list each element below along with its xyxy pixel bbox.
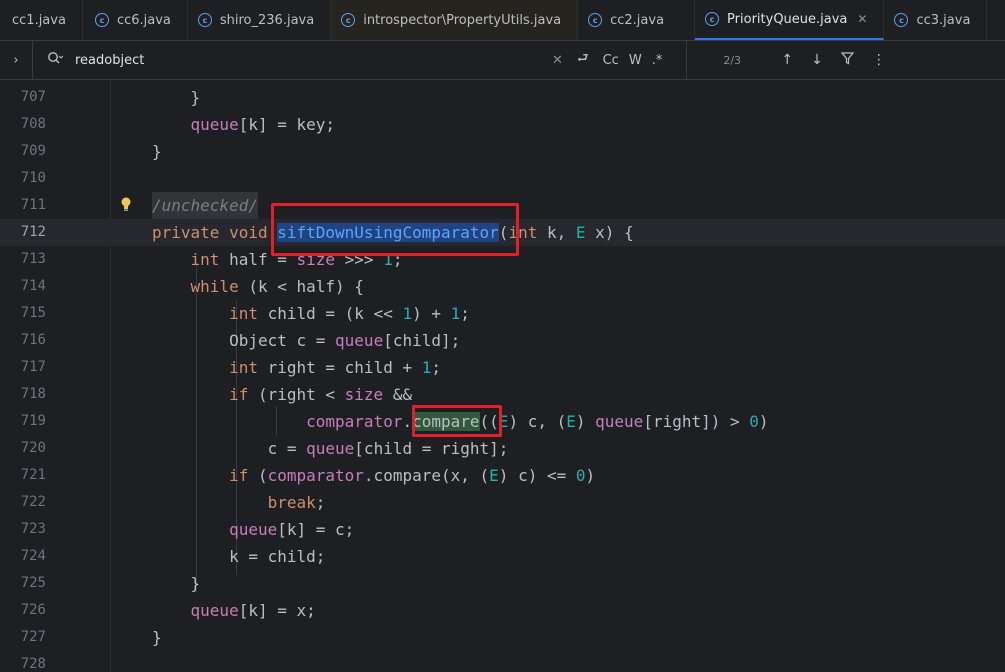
java-class-icon: c	[197, 13, 212, 27]
tab-cc2[interactable]: c cc2.java	[578, 0, 696, 40]
line-number: 711	[20, 197, 46, 213]
line-number: 709	[20, 143, 46, 159]
tab-label: cc3.java	[916, 12, 971, 28]
code-text: k = child;	[152, 547, 326, 566]
code-line: 707 }	[0, 84, 1005, 111]
divider	[686, 41, 688, 79]
code-text: Object c = queue[child];	[152, 331, 461, 350]
line-number: 710	[20, 170, 46, 186]
line-number: 722	[20, 494, 46, 510]
code-text: break;	[267, 493, 326, 512]
line-number: 708	[20, 116, 46, 132]
code-line: 727 }	[0, 624, 1005, 651]
tab-label: shiro_236.java	[219, 12, 315, 28]
match-case-button[interactable]: Cc	[603, 53, 619, 68]
line-number: 721	[20, 467, 46, 483]
tab-shiro-236[interactable]: c shiro_236.java	[188, 0, 332, 40]
regex-button[interactable]: .*	[652, 53, 663, 68]
search-result-count: 2/3	[723, 53, 742, 67]
code-text: queue[k] = c;	[229, 520, 355, 539]
code-line: 715 int child = (k << 1) + 1;	[0, 300, 1005, 327]
code-line: 720 c = queue[child = right];	[0, 435, 1005, 462]
line-number: 720	[20, 440, 46, 456]
code-editor[interactable]: 707 } 708 queue[k] = key; 709 } 710 711 …	[0, 80, 1005, 672]
find-bar: › ✕ ⮐ Cc W .* 2/3 ↑ ↓ ⋮	[0, 41, 1005, 80]
code-text: queue[k] = x;	[190, 601, 316, 620]
tab-property-utils[interactable]: c introspector\PropertyUtils.java	[331, 0, 579, 40]
more-vertical-icon[interactable]: ⋮	[872, 52, 886, 68]
line-number: 713	[20, 251, 46, 267]
java-class-icon: c	[705, 12, 720, 26]
code-text: }	[152, 628, 162, 647]
divider	[32, 41, 33, 79]
words-button[interactable]: W	[629, 53, 642, 68]
java-class-icon: c	[341, 13, 356, 27]
code-text: int child = (k << 1) + 1;	[229, 304, 470, 323]
java-class-icon: c	[94, 13, 109, 27]
code-line: 708 queue[k] = key;	[0, 111, 1005, 138]
code-line: 721 if (comparator.compare(x, (E) c) <= …	[0, 462, 1005, 489]
line-number: 714	[20, 278, 46, 294]
code-text: /unchecked/	[152, 192, 258, 219]
code-line: 717 int right = child + 1;	[0, 354, 1005, 381]
java-class-icon: c	[588, 13, 603, 27]
tab-cc6[interactable]: c cc6.java	[83, 0, 188, 40]
editor-tab-bar: cc1.java c cc6.java c shiro_236.java c i…	[0, 0, 1005, 41]
code-line: 718 if (right < size &&	[0, 381, 1005, 408]
tab-priority-queue[interactable]: c PriorityQueue.java ✕	[695, 0, 885, 40]
code-text: while (k < half) {	[190, 277, 364, 296]
arrow-up-icon[interactable]: ↑	[781, 52, 793, 68]
annotation-highlight-compare	[412, 405, 502, 437]
annotation-highlight-method	[271, 203, 519, 256]
code-line: 724 k = child;	[0, 543, 1005, 570]
code-text: }	[152, 88, 201, 107]
find-input[interactable]	[73, 51, 557, 69]
chevron-right-icon[interactable]: ›	[0, 53, 32, 68]
arrow-down-icon[interactable]: ↓	[811, 52, 823, 68]
tab-label: cc2.java	[610, 12, 665, 28]
code-line: 716 Object c = queue[child];	[0, 327, 1005, 354]
line-number: 715	[20, 305, 46, 321]
code-text: }	[152, 574, 201, 593]
tab-label: introspector\PropertyUtils.java	[363, 12, 562, 28]
code-text: queue[k] = key;	[190, 115, 336, 134]
code-text: if (right < size &&	[229, 385, 413, 404]
code-line: 722 break;	[0, 489, 1005, 516]
code-text: if (comparator.compare(x, (E) c) <= 0)	[229, 466, 596, 485]
line-number: 723	[20, 521, 46, 537]
new-line-icon[interactable]: ⮐	[577, 49, 589, 71]
code-line: 710	[0, 165, 1005, 192]
tab-cc3[interactable]: c cc3.java	[884, 0, 988, 40]
code-line: 709 }	[0, 138, 1005, 165]
code-line: 726 queue[k] = x;	[0, 597, 1005, 624]
line-number: 712	[20, 224, 46, 240]
clear-search-icon[interactable]: ✕	[552, 53, 563, 68]
code-text: int right = child + 1;	[229, 358, 442, 377]
line-number: 717	[20, 359, 46, 375]
line-number: 718	[20, 386, 46, 402]
line-number: 707	[20, 89, 46, 105]
code-line: 728	[0, 651, 1005, 672]
line-number: 728	[20, 656, 46, 672]
tab-label: cc1.java	[12, 12, 66, 28]
code-line: 714 while (k < half) {	[0, 273, 1005, 300]
line-number: 725	[20, 575, 46, 591]
code-text: }	[152, 142, 162, 161]
line-number: 724	[20, 548, 46, 564]
filter-icon[interactable]	[840, 51, 855, 69]
line-number: 727	[20, 629, 46, 645]
code-text: c = queue[child = right];	[152, 439, 509, 458]
code-line: 719 comparator.compare((E) c, (E) queue[…	[0, 408, 1005, 435]
line-number: 719	[20, 413, 46, 429]
tab-label: cc6.java	[116, 12, 171, 28]
tab-label: PriorityQueue.java	[727, 11, 848, 27]
tab-cc1[interactable]: cc1.java	[0, 0, 83, 40]
code-line: 723 queue[k] = c;	[0, 516, 1005, 543]
search-history-icon[interactable]	[47, 51, 64, 69]
line-number: 726	[20, 602, 46, 618]
code-line: 725 }	[0, 570, 1005, 597]
line-number: 716	[20, 332, 46, 348]
close-icon[interactable]: ✕	[857, 12, 867, 26]
java-class-icon: c	[894, 13, 909, 27]
